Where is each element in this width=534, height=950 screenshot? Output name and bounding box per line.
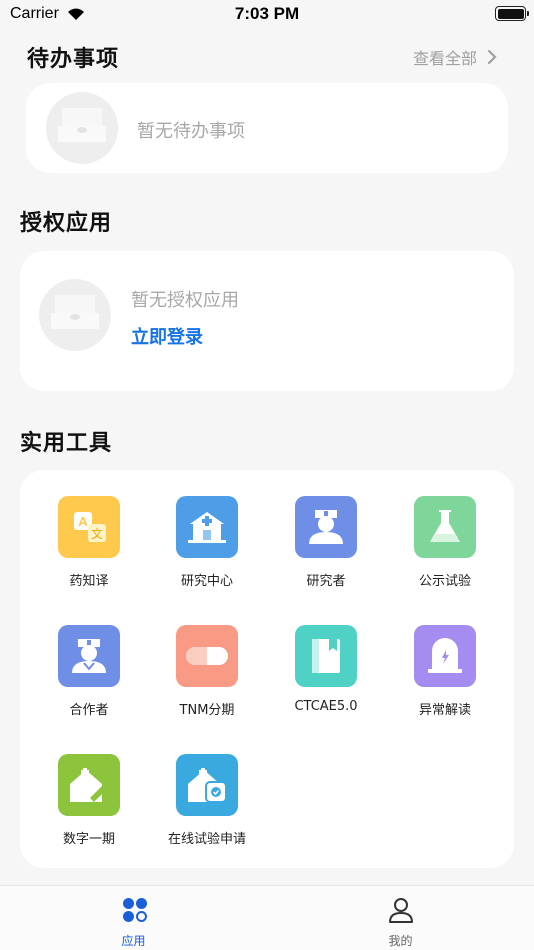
hospital-icon — [176, 496, 238, 558]
pill-icon — [176, 625, 238, 687]
authorized-card: 暂无授权应用 立即登录 — [20, 251, 514, 391]
tool-label: 在线试验申请 — [167, 832, 246, 847]
tool-tnm-staging[interactable]: TNM分期 — [147, 625, 267, 735]
tool-research-center[interactable]: 研究中心 — [147, 496, 267, 606]
empty-tray-illustration — [39, 279, 111, 351]
authorized-empty-text: 暂无授权应用 — [131, 290, 239, 311]
user-icon — [389, 898, 413, 923]
view-all-label: 查看全部 — [413, 49, 478, 68]
nurse-icon — [58, 625, 120, 687]
tool-researcher[interactable]: 研究者 — [266, 496, 386, 606]
login-link[interactable]: 立即登录 — [131, 323, 203, 349]
tombstone-icon — [414, 625, 476, 687]
doctor-icon — [295, 496, 357, 558]
status-bar: Carrier 7:03 PM — [0, 0, 534, 30]
flask-icon — [414, 496, 476, 558]
tool-ctcae[interactable]: CTCAE5.0 — [266, 625, 386, 735]
tab-apps-label: 应用 — [121, 934, 146, 948]
tool-label: 异常解读 — [418, 703, 471, 718]
tool-digital-phase-one[interactable]: 数字一期 — [29, 754, 149, 864]
todo-empty-text: 暂无待办事项 — [137, 121, 245, 142]
status-time: 7:03 PM — [234, 4, 300, 23]
tools-section-title: 实用工具 — [20, 431, 113, 456]
view-all-button[interactable]: 查看全部 — [413, 45, 497, 69]
tool-label: 研究者 — [306, 574, 346, 589]
tab-bar: 应用 我的 — [0, 885, 534, 950]
tab-apps[interactable]: 应用 — [0, 886, 267, 950]
tab-mine-label: 我的 — [388, 934, 413, 948]
tool-online-trial-application[interactable]: 在线试验申请 — [147, 754, 267, 864]
tool-label: CTCAE5.0 — [294, 699, 358, 714]
empty-tray-illustration — [46, 92, 118, 164]
tool-label: 研究中心 — [180, 574, 233, 589]
tool-label: 药知译 — [69, 574, 109, 589]
svg-text:A: A — [78, 514, 88, 529]
apps-icon — [123, 898, 147, 922]
translate-icon: A 文 — [58, 496, 120, 558]
tool-collaborator[interactable]: 合作者 — [29, 625, 149, 735]
tool-label: 合作者 — [69, 703, 109, 718]
book-icon — [295, 625, 357, 687]
tool-label: 数字一期 — [62, 832, 115, 847]
battery-icon — [495, 6, 526, 21]
tray-icon — [58, 108, 106, 142]
tools-card: A 文 药知译 研究中心 研究者 公示试验 合作者 TNM分期 CTCAE5.0… — [20, 470, 514, 868]
tool-public-trials[interactable]: 公示试验 — [385, 496, 505, 606]
tool-label: 公示试验 — [418, 574, 471, 589]
tab-mine[interactable]: 我的 — [267, 886, 534, 950]
svg-text:文: 文 — [91, 526, 103, 541]
tray-icon — [51, 295, 99, 329]
tool-drug-translate[interactable]: A 文 药知译 — [29, 496, 149, 606]
application-icon — [176, 754, 238, 816]
todo-card: 暂无待办事项 — [26, 83, 508, 173]
todo-section-title: 待办事项 — [27, 47, 120, 72]
syringe-icon — [58, 754, 120, 816]
tool-abnormal-interpretation[interactable]: 异常解读 — [385, 625, 505, 735]
tool-label: TNM分期 — [179, 703, 235, 718]
chevron-right-icon — [487, 49, 497, 65]
authorized-section-title: 授权应用 — [20, 211, 113, 236]
